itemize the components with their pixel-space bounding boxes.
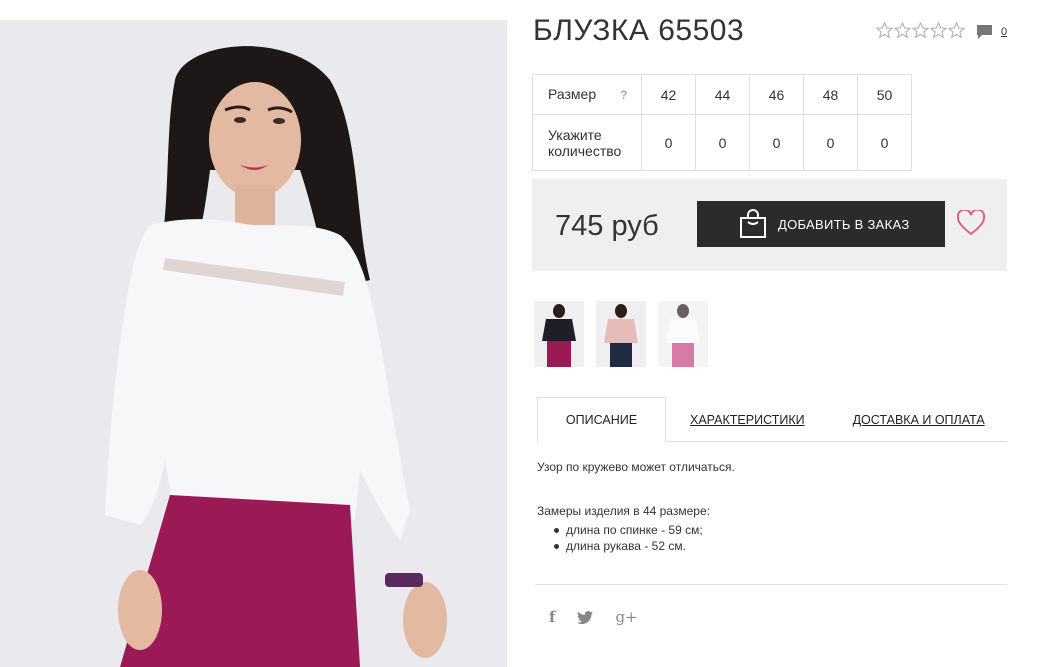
product-tabs: ОПИСАНИЕ ХАРАКТЕРИСТИКИ ДОСТАВКА И ОПЛАТ…	[537, 397, 1007, 443]
quantity-label-line2: количество	[548, 142, 622, 159]
facebook-icon[interactable]: f	[549, 608, 555, 626]
quantity-input[interactable]: 0	[857, 114, 912, 171]
size-value: 48	[803, 74, 858, 115]
add-to-order-label: ДОБАВИТЬ В ЗАКАЗ	[778, 216, 910, 232]
tab-delivery[interactable]: ДОСТАВКА И ОПЛАТА	[853, 397, 985, 442]
thumbnail-black-blouse[interactable]	[534, 301, 584, 367]
star-icon[interactable]	[930, 22, 947, 39]
reviews-link[interactable]: 0	[976, 24, 1007, 40]
measures-list: длина по спинке - 59 см; длина рукава - …	[537, 522, 1007, 554]
rating-stars[interactable]	[876, 22, 965, 39]
quantity-label-line1: Укажите	[548, 126, 602, 143]
star-icon[interactable]	[876, 22, 893, 39]
comment-icon	[977, 25, 992, 39]
star-icon[interactable]	[948, 22, 965, 39]
measures-title: Замеры изделия в 44 размере:	[537, 504, 710, 518]
quantity-input[interactable]: 0	[641, 114, 696, 171]
size-value: 44	[695, 74, 750, 115]
thumbnail-pink-blouse[interactable]	[596, 301, 646, 367]
list-item: длина по спинке - 59 см;	[554, 522, 1007, 538]
add-to-order-button[interactable]: ДОБАВИТЬ В ЗАКАЗ	[697, 201, 945, 247]
description-note: Узор по кружево может отличаться.	[537, 460, 735, 474]
star-icon[interactable]	[894, 22, 911, 39]
quantity-input[interactable]: 0	[695, 114, 750, 171]
social-share: f g+	[549, 608, 638, 626]
reviews-count[interactable]: 0	[1001, 26, 1007, 38]
thumbnail-white-blouse[interactable]	[658, 301, 708, 367]
size-table: Размер? 42 44 46 48 50 Укажите количеств…	[532, 74, 912, 171]
description-panel: Узор по кружево может отличаться. Замеры…	[537, 460, 1007, 554]
size-value: 50	[857, 74, 912, 115]
price: 745 руб	[555, 210, 659, 242]
size-header: Размер?	[532, 74, 642, 115]
twitter-icon[interactable]	[577, 610, 594, 624]
quantity-input[interactable]: 0	[803, 114, 858, 171]
google-plus-icon[interactable]: g+	[615, 608, 637, 626]
list-item: длина рукава - 52 см.	[554, 538, 1007, 554]
product-main-image[interactable]	[0, 20, 507, 667]
tab-characteristics[interactable]: ХАРАКТЕРИСТИКИ	[690, 397, 805, 442]
product-title: БЛУЗКА 65503	[533, 14, 745, 47]
price-box: 745 руб ДОБАВИТЬ В ЗАКАЗ	[532, 179, 1007, 271]
size-label: Размер	[548, 86, 597, 102]
size-help-icon[interactable]: ?	[620, 88, 627, 102]
heart-icon[interactable]	[957, 210, 985, 236]
tab-description[interactable]: ОПИСАНИЕ	[537, 397, 666, 443]
quantity-header: Укажите количество	[532, 114, 642, 171]
thumbnail-list	[534, 301, 708, 367]
star-icon[interactable]	[912, 22, 929, 39]
quantity-input[interactable]: 0	[749, 114, 804, 171]
shopping-bag-icon	[740, 209, 766, 238]
divider	[535, 584, 1007, 585]
size-value: 42	[641, 74, 696, 115]
size-value: 46	[749, 74, 804, 115]
